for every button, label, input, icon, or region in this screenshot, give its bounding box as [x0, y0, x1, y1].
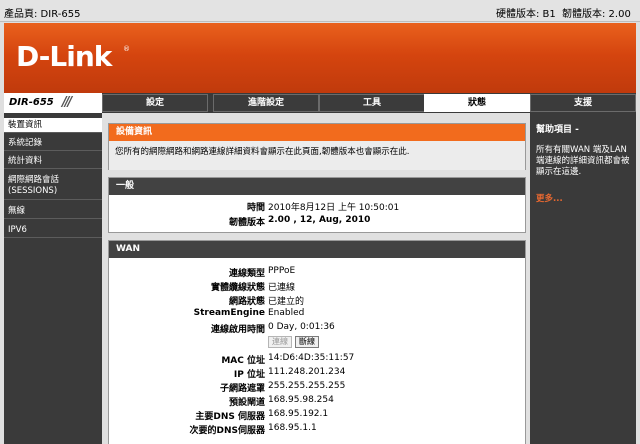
top-nav: DIR-655 /// 設定 進階設定 工具 狀態 支援	[4, 93, 636, 113]
colon: :	[259, 423, 263, 433]
sidebar-item-logs[interactable]: 系統記錄	[4, 136, 102, 151]
firmware-version: 韌體版本: 2.00	[562, 9, 631, 20]
sidebar-item-statistics[interactable]: 統計資料	[4, 154, 102, 169]
dns1-value: 168.95.192.1	[268, 409, 329, 419]
slash-decoration-icon: ///	[62, 95, 72, 110]
dns2-row: 次要的DNS伺服器 : 168.95.1.1	[109, 423, 527, 436]
tab-setup[interactable]: 設定	[102, 94, 208, 112]
general-section: 一般 時間 : 2010年8月12日 上午 10:50:01 韌體版本 : 2.…	[108, 177, 526, 233]
sidebar-item-ipv6[interactable]: IPV6	[4, 223, 102, 238]
model-label-tab: DIR-655 ///	[4, 93, 102, 113]
general-title: 一般	[109, 178, 525, 195]
model-label: DIR-655	[9, 97, 54, 108]
conn-type-value: PPPoE	[268, 266, 296, 276]
connect-button[interactable]: 連線	[268, 336, 292, 348]
sidebar: 裝置資訊 系統記錄 統計資料 網際網路會話 (SESSIONS) 無線 IPV6	[4, 113, 102, 444]
colon: :	[259, 308, 263, 318]
help-panel: 幫助項目 - 所有有關WAN 端及LAN 端連線的詳細資訊都會被顯示在這邊. 更…	[530, 113, 636, 444]
subnet-row: 子網路遮罩 : 255.255.255.255	[109, 381, 527, 394]
device-info-section: 設備資訊 您所有的網際網路和網路連線詳細資料會顯示在此頁面,韌體版本也會顯示在此…	[108, 123, 526, 170]
sidebar-item-sessions[interactable]: 網際網路會話 (SESSIONS)	[4, 173, 102, 200]
tab-advanced[interactable]: 進階設定	[213, 94, 319, 112]
dlink-logo: D-Link	[16, 40, 112, 73]
tab-support[interactable]: 支援	[530, 94, 636, 112]
uptime-value: 0 Day, 0:01:36	[268, 322, 335, 332]
cable-status-row: 實體纜線狀態 : 已連線	[109, 280, 527, 293]
colon: :	[259, 200, 263, 210]
time-row: 時間 : 2010年8月12日 上午 10:50:01	[109, 200, 527, 213]
tab-tools[interactable]: 工具	[319, 94, 425, 112]
colon: :	[259, 280, 263, 290]
time-label: 時間	[246, 203, 265, 213]
device-info-title: 設備資訊	[109, 124, 525, 141]
device-info-description: 您所有的網際網路和網路連線詳細資料會顯示在此頁面,韌體版本也會顯示在此.	[109, 141, 525, 170]
firmware-value: 2.00 , 12, Aug, 2010	[268, 215, 371, 225]
main-content: 設備資訊 您所有的網際網路和網路連線詳細資料會顯示在此頁面,韌體版本也會顯示在此…	[102, 113, 530, 444]
mac-value: 14:D6:4D:35:11:57	[268, 353, 355, 363]
colon: :	[259, 381, 263, 391]
connect-buttons-row: 連線 斷線	[109, 336, 527, 349]
help-body: 所有有關WAN 端及LAN 端連線的詳細資訊都會被顯示在這邊.	[536, 145, 630, 177]
stream-engine-label: StreamEngine	[193, 308, 265, 318]
sidebar-item-wireless[interactable]: 無線	[4, 204, 102, 219]
colon: :	[259, 409, 263, 419]
hardware-version: 硬體版本: B1	[496, 9, 556, 20]
stream-engine-value: Enabled	[268, 308, 305, 318]
dns2-value: 168.95.1.1	[268, 423, 317, 433]
wan-title: WAN	[109, 241, 525, 258]
network-status-value: 已建立的	[268, 297, 305, 307]
cable-status-label: 實體纜線狀態	[210, 283, 265, 293]
conn-type-row: 連線類型 : PPPoE	[109, 266, 527, 279]
dns1-label: 主要DNS 伺服器	[195, 412, 265, 422]
colon: :	[259, 367, 263, 377]
disconnect-button[interactable]: 斷線	[295, 336, 319, 348]
tab-status[interactable]: 狀態	[424, 94, 530, 112]
brand-banner: D-Link ®	[4, 23, 636, 93]
top-info-bar: 產品頁: DIR-655 硬體版本: B1 韌體版本: 2.00	[0, 0, 640, 22]
network-status-row: 網路狀態 : 已建立的	[109, 294, 527, 307]
subnet-value: 255.255.255.255	[268, 381, 346, 391]
gateway-value: 168.95.98.254	[268, 395, 334, 405]
more-link[interactable]: 更多...	[536, 192, 563, 204]
cable-status-value: 已連線	[268, 283, 296, 293]
time-value: 2010年8月12日 上午 10:50:01	[268, 203, 400, 213]
registered-mark: ®	[123, 45, 130, 53]
ip-row: IP 位址 : 111.248.201.234	[109, 367, 527, 380]
stream-engine-row: StreamEngine : Enabled	[109, 308, 527, 320]
sidebar-item-device-info[interactable]: 裝置資訊	[4, 118, 102, 133]
uptime-label: 連線啟用時間	[210, 325, 265, 335]
colon: :	[259, 353, 263, 363]
colon: :	[259, 395, 263, 405]
dns2-label: 次要的DNS伺服器	[189, 426, 266, 436]
help-title: 幫助項目 -	[536, 125, 579, 135]
dns1-row: 主要DNS 伺服器 : 168.95.192.1	[109, 409, 527, 422]
firmware-row: 韌體版本 : 2.00 , 12, Aug, 2010	[109, 215, 527, 228]
ip-value: 111.248.201.234	[268, 367, 346, 377]
colon: :	[259, 322, 263, 332]
gateway-row: 預設閘道 : 168.95.98.254	[109, 395, 527, 408]
uptime-row: 連線啟用時間 : 0 Day, 0:01:36	[109, 322, 527, 335]
product-page-label: 產品頁: DIR-655	[4, 9, 81, 20]
mac-row: MAC 位址 : 14:D6:4D:35:11:57	[109, 353, 527, 366]
wan-section: WAN 連線類型 : PPPoE 實體纜線狀態 : 已連線 網路狀態 : 已建立…	[108, 240, 526, 444]
colon: :	[259, 266, 263, 276]
colon: :	[259, 215, 263, 225]
colon: :	[259, 294, 263, 304]
